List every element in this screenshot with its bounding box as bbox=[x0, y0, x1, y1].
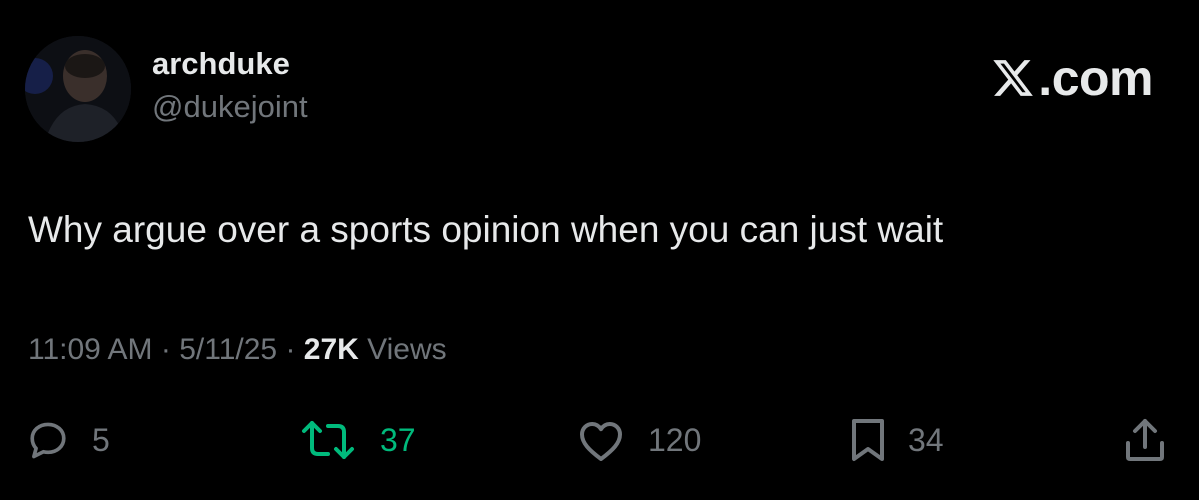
meta-separator: · bbox=[285, 333, 296, 366]
reply-count: 5 bbox=[92, 422, 110, 458]
share-icon bbox=[1126, 419, 1164, 461]
views-count: 27K bbox=[303, 333, 359, 366]
tweet-meta: 11:09 AM · 5/11/25 · 27K Views bbox=[28, 330, 447, 370]
action-bar: 5 37 120 34 bbox=[0, 412, 1199, 468]
avatar-image bbox=[25, 36, 131, 142]
reply-button[interactable]: 5 bbox=[26, 412, 110, 468]
tweet-text: Why argue over a sports opinion when you… bbox=[28, 209, 944, 250]
brand-suffix: .com bbox=[1038, 50, 1153, 106]
brand-logo: .com bbox=[990, 52, 1153, 104]
repost-count: 37 bbox=[380, 422, 416, 458]
tweet-date[interactable]: 5/11/25 bbox=[179, 333, 277, 366]
x-logo-icon bbox=[993, 60, 1034, 96]
like-count: 120 bbox=[648, 422, 702, 458]
bookmark-count: 34 bbox=[908, 422, 944, 458]
author-display-name[interactable]: archduke bbox=[152, 44, 290, 84]
heart-icon bbox=[580, 422, 622, 461]
tweet-time[interactable]: 11:09 AM bbox=[28, 333, 153, 366]
repost-icon bbox=[302, 421, 354, 459]
bookmark-button[interactable]: 34 bbox=[850, 412, 944, 468]
reply-icon bbox=[30, 422, 66, 459]
author-handle[interactable]: @dukejoint bbox=[152, 87, 308, 127]
bookmark-icon bbox=[852, 419, 884, 461]
repost-button[interactable]: 37 bbox=[298, 412, 416, 468]
meta-separator: · bbox=[160, 333, 171, 366]
avatar[interactable] bbox=[25, 36, 131, 142]
share-button[interactable] bbox=[1124, 412, 1166, 468]
views-label: Views bbox=[367, 333, 447, 366]
like-button[interactable]: 120 bbox=[576, 412, 701, 468]
